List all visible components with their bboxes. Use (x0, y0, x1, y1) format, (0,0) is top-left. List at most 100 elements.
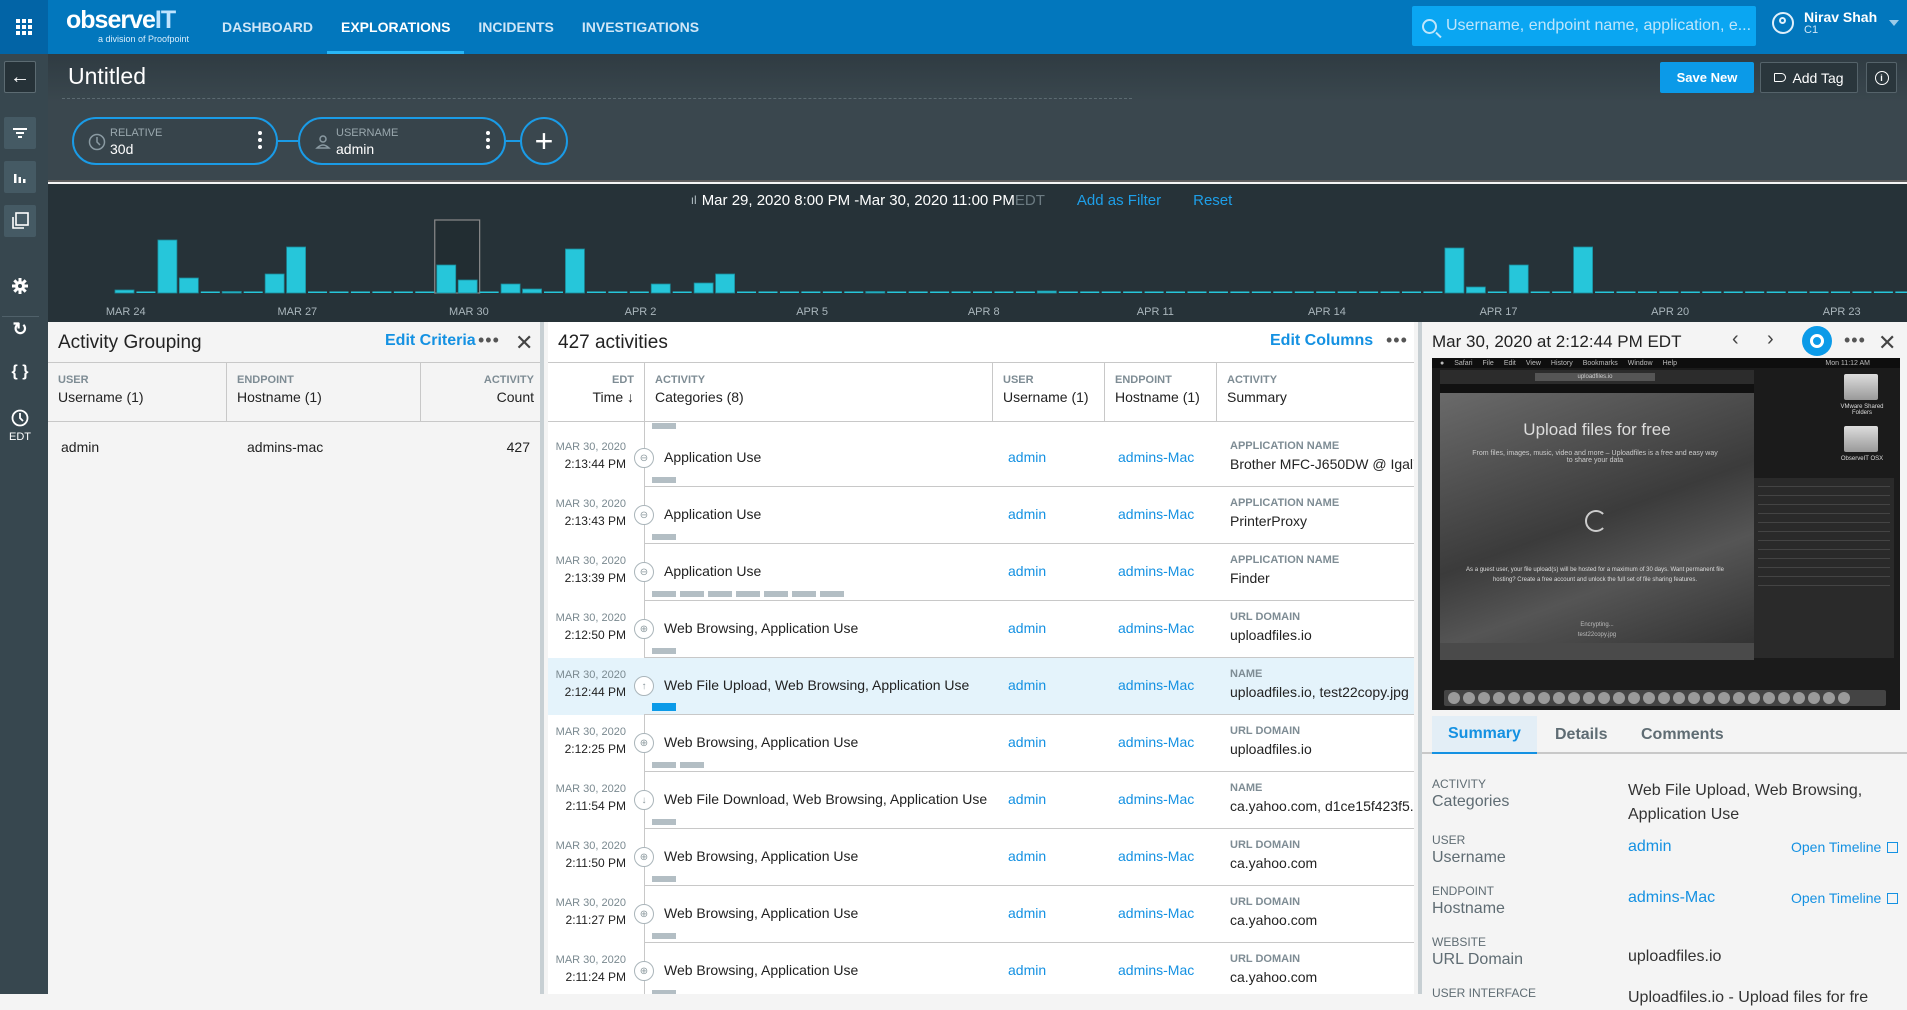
histogram-bar[interactable] (1723, 291, 1743, 294)
tab-dashboard[interactable]: DASHBOARD (208, 0, 327, 54)
tab-details[interactable]: Details (1539, 716, 1623, 754)
histogram-bar[interactable] (844, 291, 864, 294)
username-link[interactable]: admin (1008, 791, 1046, 807)
activity-row[interactable]: MAR 30, 2020 2:11:50 PM ⊕ Web Browsing, App… (548, 829, 1414, 886)
histogram-bar[interactable] (1123, 291, 1143, 294)
histogram-bar[interactable] (565, 248, 585, 294)
histogram-bar[interactable] (1230, 291, 1250, 294)
histogram-bar[interactable] (221, 291, 242, 294)
histogram-bar[interactable] (650, 283, 671, 294)
add-tag-button[interactable]: Add Tag (1760, 62, 1858, 93)
histogram-bar[interactable] (1359, 291, 1379, 294)
hostname-link[interactable]: admins-Mac (1118, 677, 1194, 693)
histogram-bar[interactable] (350, 291, 370, 294)
histogram-bar[interactable] (308, 291, 328, 294)
histogram-bar[interactable] (1702, 291, 1722, 294)
histogram-bar[interactable] (908, 291, 928, 294)
histogram-bar[interactable] (1809, 291, 1829, 294)
more-options-icon[interactable]: ••• (1844, 330, 1866, 351)
tab-summary[interactable]: Summary (1432, 716, 1537, 754)
histogram-bar[interactable] (715, 273, 735, 294)
filter-menu-icon[interactable] (486, 131, 490, 152)
histogram-bar[interactable] (500, 283, 521, 294)
histogram-bar[interactable] (779, 291, 799, 294)
global-search-input[interactable]: Username, endpoint name, application, e.… (1412, 6, 1756, 46)
back-button[interactable]: ← (4, 61, 36, 93)
histogram-bar[interactable] (1680, 291, 1700, 294)
activity-row[interactable]: MAR 30, 2020 2:13:44 PM ⊖ Application Use ad… (548, 430, 1414, 487)
histogram-bar[interactable] (865, 291, 886, 294)
username-link[interactable]: admin (1008, 506, 1046, 522)
histogram-bar[interactable] (1659, 291, 1679, 294)
histogram-bar[interactable] (136, 291, 156, 294)
copy-button[interactable] (4, 205, 36, 237)
hostname-link[interactable]: admins-Mac (1118, 506, 1194, 522)
histogram-bar[interactable] (1187, 291, 1207, 294)
histogram-bar[interactable] (479, 291, 499, 294)
close-icon[interactable]: ✕ (1878, 330, 1896, 356)
histogram-bar[interactable] (1508, 264, 1529, 294)
edit-columns-link[interactable]: Edit Columns (1270, 332, 1373, 350)
more-options-icon[interactable]: ••• (1386, 330, 1408, 351)
histogram-bar[interactable] (1337, 291, 1357, 294)
filter-button[interactable] (4, 117, 36, 149)
histogram-bar[interactable] (1788, 291, 1808, 294)
username-link[interactable]: admin (1008, 962, 1046, 978)
histogram-bar[interactable] (1552, 291, 1572, 294)
username-link[interactable]: admin (1008, 734, 1046, 750)
column-header-count[interactable]: ACTIVITY Count (421, 363, 544, 421)
histogram-bar[interactable] (1745, 291, 1765, 294)
inspect-button[interactable] (1802, 326, 1832, 356)
hostname-link[interactable]: admins-Mac (1118, 449, 1194, 465)
histogram-bar[interactable] (1444, 247, 1465, 294)
histogram-bar[interactable] (1487, 291, 1507, 294)
activity-row[interactable]: MAR 30, 2020 2:11:24 PM ⊕ Web Browsing, App… (548, 943, 1414, 994)
histogram-bar[interactable] (801, 291, 821, 294)
histogram-bar[interactable] (157, 239, 178, 294)
histogram-bar[interactable] (1766, 291, 1786, 294)
column-header-user[interactable]: USER Username (1) (48, 363, 227, 421)
next-button[interactable]: › (1767, 328, 1774, 351)
apps-menu-button[interactable] (0, 0, 48, 54)
activity-row[interactable]: MAR 30, 2020 2:12:25 PM ⊕ Web Browsing, App… (548, 715, 1414, 772)
histogram-bar[interactable] (951, 291, 971, 294)
filter-menu-icon[interactable] (258, 131, 262, 152)
histogram-bar[interactable] (1423, 291, 1443, 294)
histogram-bar[interactable] (758, 291, 778, 294)
save-new-button[interactable]: Save New (1660, 62, 1754, 93)
activity-row[interactable]: MAR 30, 2020 2:12:50 PM ⊕ Web Browsing, App… (548, 601, 1414, 658)
filter-pill-relative[interactable]: RELATIVE 30d (72, 117, 278, 165)
histogram-bar[interactable] (329, 291, 349, 294)
column-header-username[interactable]: USER Username (1) (993, 363, 1105, 421)
histogram-bar[interactable] (1380, 291, 1400, 294)
username-link[interactable]: admin (1008, 677, 1046, 693)
user-menu[interactable]: Nirav Shah C1 (1772, 10, 1900, 36)
histogram-bar[interactable] (1251, 291, 1271, 294)
histogram-bar[interactable] (887, 291, 907, 294)
histogram-bar[interactable] (1058, 291, 1078, 294)
histogram-bar[interactable] (1316, 291, 1336, 294)
hostname-link[interactable]: admins-Mac (1118, 848, 1194, 864)
column-header-summary[interactable]: ACTIVITY Summary (1217, 363, 1414, 421)
session-screenshot[interactable]: ● Safari File Edit View History Bookmarks Wind… (1432, 358, 1900, 710)
histogram-bar[interactable] (1208, 291, 1228, 294)
histogram-bar[interactable] (372, 291, 392, 294)
histogram-bar[interactable] (1465, 286, 1486, 294)
hostname-link[interactable]: admins-Mac (1118, 620, 1194, 636)
activity-row[interactable]: MAR 30, 2020 2:11:27 PM ⊕ Web Browsing, App… (548, 886, 1414, 943)
histogram-bar[interactable] (1637, 291, 1657, 294)
username-link[interactable]: admin (1008, 449, 1046, 465)
column-header-hostname[interactable]: ENDPOINT Hostname (1) (1105, 363, 1217, 421)
hostname-link[interactable]: admins-Mac (1118, 563, 1194, 579)
timezone-button[interactable] (4, 402, 36, 434)
more-options-icon[interactable]: ••• (478, 330, 500, 351)
histogram-bar[interactable] (693, 282, 714, 294)
activity-row[interactable]: MAR 30, 2020 2:13:43 PM ⊖ Application Use ad… (548, 487, 1414, 544)
histogram-bar[interactable] (393, 291, 413, 294)
page-title[interactable]: Untitled (68, 63, 146, 90)
histogram-bar[interactable] (1036, 290, 1057, 294)
histogram-bar[interactable] (629, 291, 649, 294)
tab-comments[interactable]: Comments (1625, 716, 1740, 754)
hostname-link[interactable]: admins-Mac (1118, 791, 1194, 807)
username-link[interactable]: admin (1008, 620, 1046, 636)
